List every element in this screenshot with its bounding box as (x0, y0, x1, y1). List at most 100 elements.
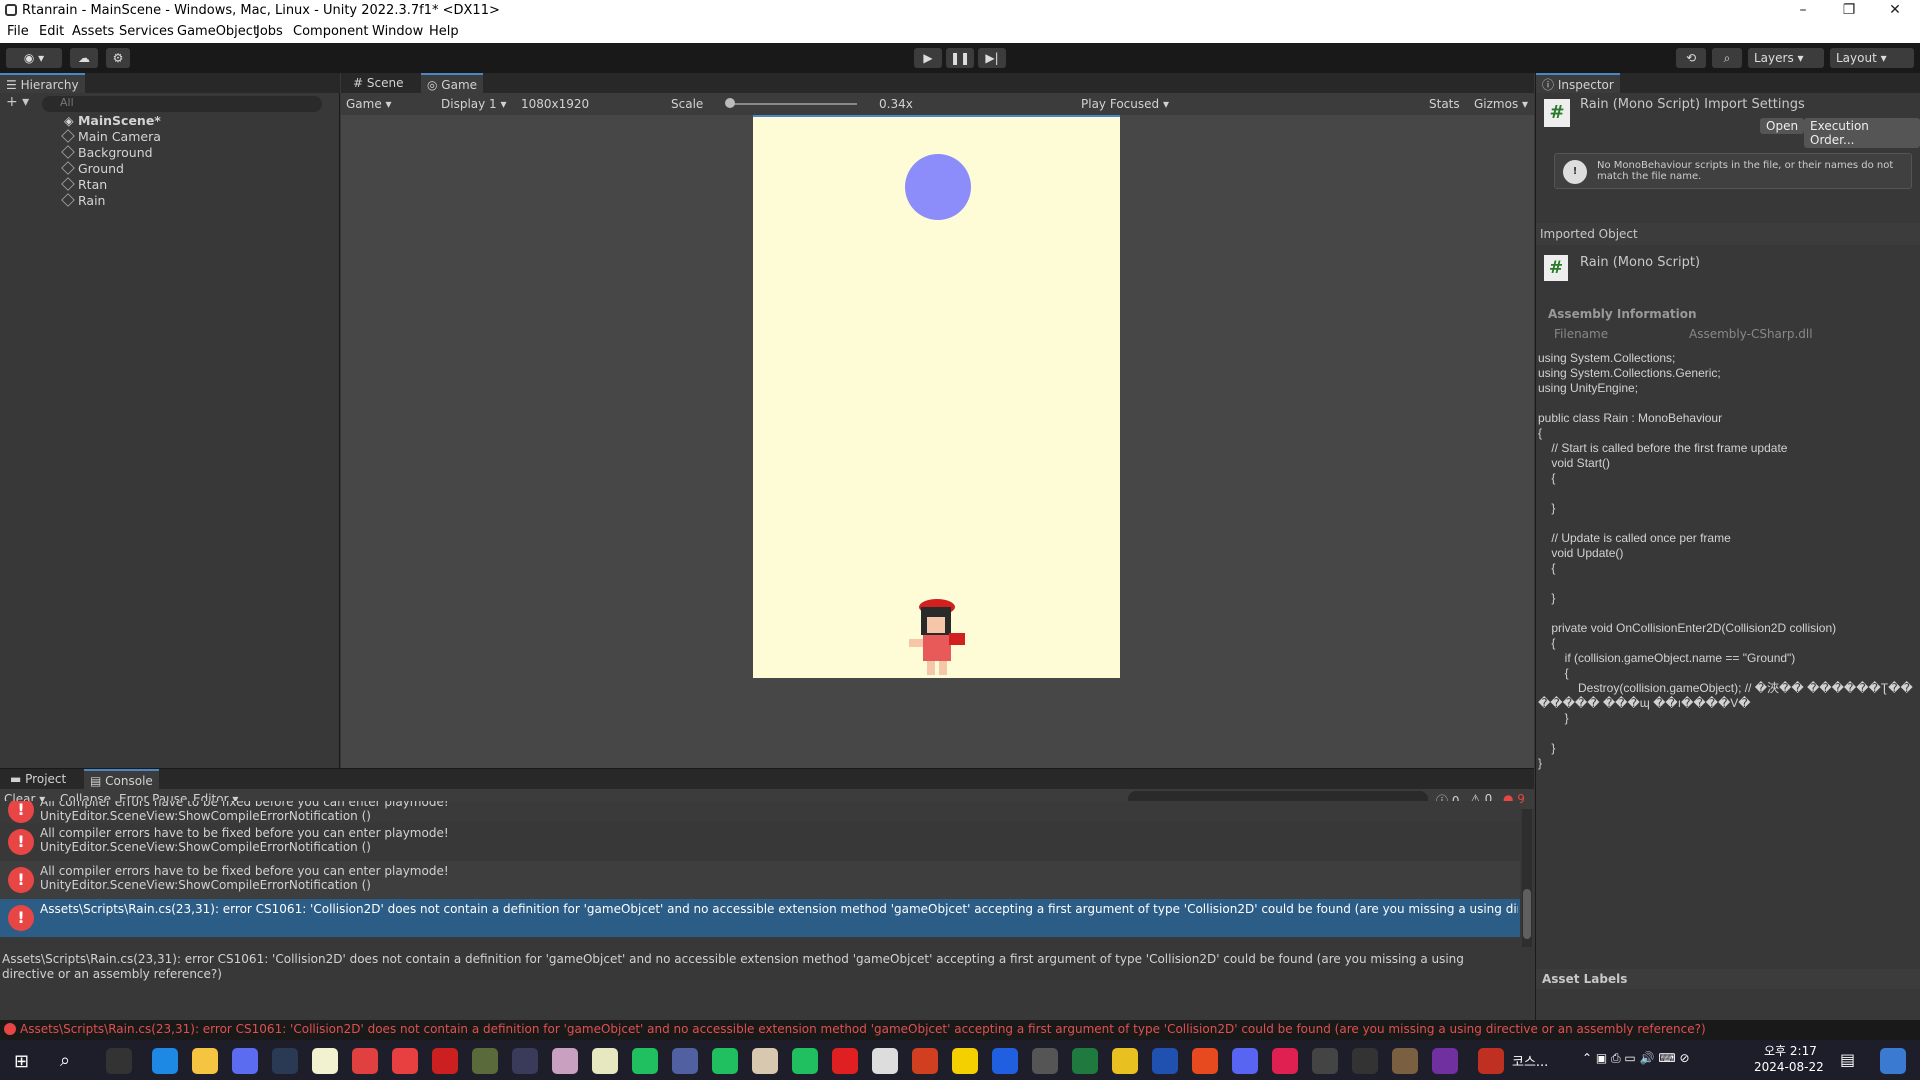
app-icon[interactable] (1272, 1048, 1298, 1074)
execution-order-button[interactable]: Execution Order... (1804, 118, 1920, 148)
layout-dropdown[interactable]: Layout ▾ (1830, 48, 1914, 68)
pause-button[interactable]: ❚❚ (946, 48, 974, 68)
ime-indicator[interactable]: 코스... (1512, 1051, 1548, 1070)
search-icon[interactable]: ⌕ (60, 1050, 70, 1071)
gameobject-icon (61, 129, 75, 143)
stats-button[interactable]: Stats (1429, 97, 1460, 111)
youtube-icon[interactable] (832, 1048, 858, 1074)
add-object-button[interactable]: + ▾ (6, 94, 29, 110)
scrollbar-thumb[interactable] (1523, 889, 1531, 939)
console-row[interactable]: ! All compiler errors have to be fixed b… (0, 861, 1520, 899)
app-icon[interactable] (1392, 1048, 1418, 1074)
edge-icon[interactable] (152, 1048, 178, 1074)
menu-help[interactable]: Help (429, 24, 459, 39)
unity-icon[interactable] (1312, 1048, 1338, 1074)
tab-game[interactable]: ◎ Game (421, 73, 484, 93)
scene-root[interactable]: ◈ MainScene* (64, 113, 161, 128)
clock-date[interactable]: 2024-08-22 (1754, 1060, 1824, 1074)
scale-slider-handle[interactable] (725, 98, 735, 108)
app-icon[interactable] (1192, 1048, 1218, 1074)
app-icon[interactable] (392, 1048, 418, 1074)
hierarchy-item-rain[interactable]: Rain (61, 193, 105, 208)
history-icon[interactable]: ⟲ (1676, 48, 1706, 68)
menu-jobs[interactable]: Jobs (256, 24, 283, 39)
open-button[interactable]: Open (1760, 118, 1805, 134)
status-message[interactable]: Assets\Scripts\Rain.cs(23,31): error CS1… (20, 1022, 1706, 1036)
app-icon[interactable] (712, 1048, 738, 1074)
cloud-icon[interactable]: ☁ (70, 48, 98, 68)
powerpoint-icon[interactable] (912, 1048, 938, 1074)
tab-console[interactable]: ▤ Console (84, 769, 159, 789)
app-icon[interactable] (472, 1048, 498, 1074)
minimize-button[interactable]: – (1780, 0, 1826, 22)
gizmos-dropdown[interactable]: Gizmos ▾ (1474, 97, 1528, 111)
hierarchy-search-input[interactable]: All (42, 96, 322, 112)
app-icon[interactable] (792, 1048, 818, 1074)
app-icon[interactable] (592, 1048, 618, 1074)
app-icon[interactable] (672, 1048, 698, 1074)
start-button[interactable]: ⊞ (14, 1051, 29, 1072)
resolution-dropdown[interactable]: 1080x1920 (521, 97, 589, 111)
app-icon[interactable] (512, 1048, 538, 1074)
tab-scene[interactable]: # Scene (347, 73, 409, 93)
game-view-dropdown[interactable]: Game ▾ (346, 97, 392, 111)
notification-icon[interactable]: ▤ (1840, 1050, 1855, 1069)
discord-icon[interactable] (1232, 1048, 1258, 1074)
notepad-icon[interactable] (312, 1048, 338, 1074)
game-viewport[interactable] (341, 115, 1534, 768)
search-icon[interactable]: ⌕ (1712, 48, 1742, 68)
excel-icon[interactable] (1072, 1048, 1098, 1074)
console-row-selected[interactable]: ! Assets\Scripts\Rain.cs(23,31): error C… (0, 899, 1520, 937)
app-icon[interactable] (352, 1048, 378, 1074)
clock-time[interactable]: 오후 2:17 (1764, 1042, 1817, 1059)
app-icon[interactable] (752, 1048, 778, 1074)
chrome-icon[interactable] (1112, 1048, 1138, 1074)
tab-inspector[interactable]: ⓘ Inspector (1536, 73, 1620, 93)
restore-button[interactable]: ❐ (1826, 0, 1872, 22)
menu-gameobject[interactable]: GameObject (177, 24, 258, 39)
steam-icon[interactable] (272, 1048, 298, 1074)
file-explorer-icon[interactable] (192, 1048, 218, 1074)
terminal-icon[interactable] (1352, 1048, 1378, 1074)
menu-edit[interactable]: Edit (39, 24, 64, 39)
collab-icon[interactable]: ⚙ (106, 48, 130, 68)
close-button[interactable]: ✕ (1872, 0, 1918, 22)
layers-dropdown[interactable]: Layers ▾ (1748, 48, 1824, 68)
app-icon[interactable] (1880, 1048, 1906, 1074)
app-icon[interactable] (872, 1048, 898, 1074)
tray-icons[interactable]: ⌃ ▣ ⎙ ▭ 🔊 ⌨ ⊘ (1582, 1051, 1690, 1066)
display-dropdown[interactable]: Display 1 ▾ (441, 97, 507, 111)
tab-hierarchy[interactable]: ☰ Hierarchy (0, 73, 85, 93)
app-icon[interactable] (232, 1048, 258, 1074)
visual-studio-icon[interactable] (1432, 1048, 1458, 1074)
step-button[interactable]: ▶| (978, 48, 1006, 68)
map-icon[interactable] (992, 1048, 1018, 1074)
console-row[interactable]: ! All compiler errors have to be fixed b… (0, 801, 1520, 823)
task-view-icon[interactable] (106, 1048, 132, 1074)
tab-project[interactable]: ▬ Project (4, 769, 72, 789)
console-scrollbar[interactable] (1522, 809, 1532, 947)
menu-services[interactable]: Services (119, 24, 174, 39)
play-button[interactable]: ▶ (914, 48, 942, 68)
menu-component[interactable]: Component (293, 24, 368, 39)
word-icon[interactable] (1152, 1048, 1178, 1074)
menu-file[interactable]: File (7, 24, 29, 39)
app-icon[interactable] (632, 1048, 658, 1074)
scale-slider[interactable] (727, 103, 857, 105)
log-text: All compiler errors have to be fixed bef… (40, 826, 1518, 854)
asset-labels-header[interactable]: Asset Labels (1536, 969, 1920, 989)
app-icon[interactable] (552, 1048, 578, 1074)
hierarchy-item-ground[interactable]: Ground (61, 161, 124, 176)
console-row[interactable]: ! All compiler errors have to be fixed b… (0, 823, 1520, 861)
menu-window[interactable]: Window (372, 24, 423, 39)
app-icon[interactable] (432, 1048, 458, 1074)
menu-assets[interactable]: Assets (72, 24, 114, 39)
play-focused-dropdown[interactable]: Play Focused ▾ (1081, 97, 1169, 111)
unity-hub-icon[interactable] (1032, 1048, 1058, 1074)
account-button[interactable]: ◉ ▾ (6, 48, 62, 68)
kakaotalk-icon[interactable] (952, 1048, 978, 1074)
hierarchy-item-background[interactable]: Background (61, 145, 153, 160)
hierarchy-item-main-camera[interactable]: Main Camera (61, 129, 161, 144)
app-icon[interactable] (1478, 1048, 1504, 1074)
hierarchy-item-rtan[interactable]: Rtan (61, 177, 107, 192)
